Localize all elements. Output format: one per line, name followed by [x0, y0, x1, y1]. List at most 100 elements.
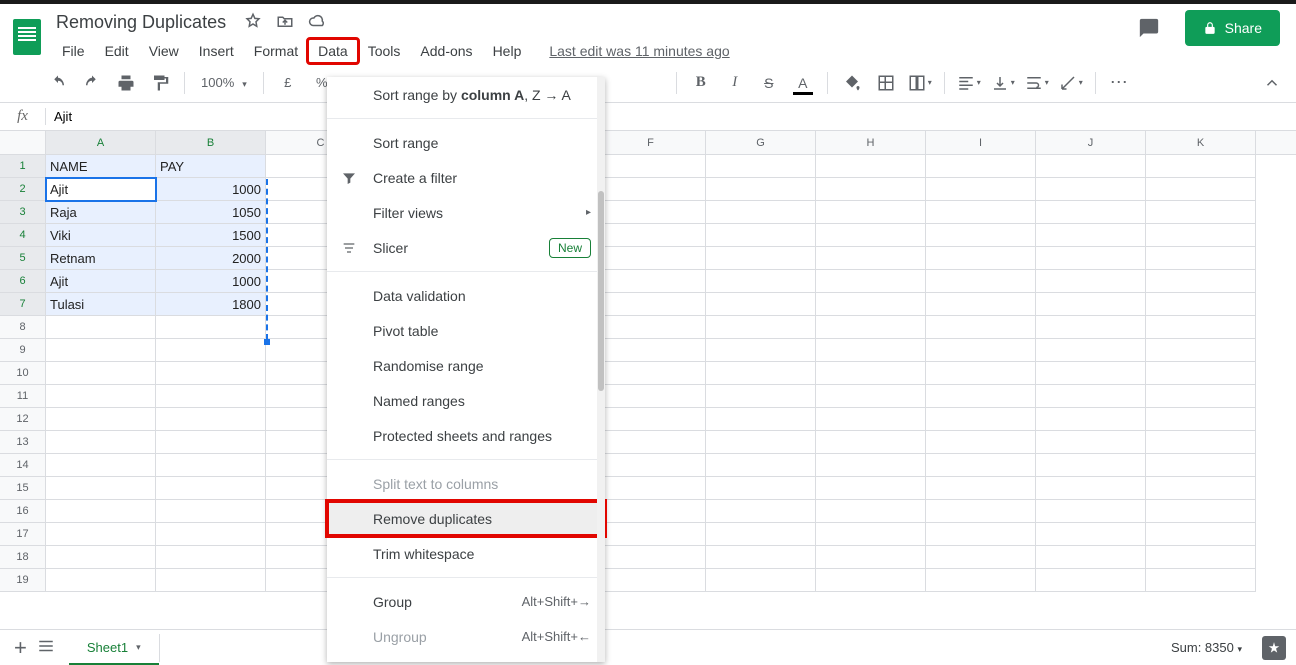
cell[interactable] — [816, 454, 926, 477]
merge-button[interactable] — [906, 69, 934, 97]
cell[interactable] — [596, 293, 706, 316]
menu-sort-range-by-col-za[interactable]: Sort range by column A, Z → A — [327, 77, 605, 112]
row-header[interactable]: 9 — [0, 339, 46, 362]
redo-button[interactable] — [78, 69, 106, 97]
cell[interactable] — [926, 500, 1036, 523]
cell[interactable] — [706, 569, 816, 592]
cell[interactable] — [706, 500, 816, 523]
cell[interactable] — [1146, 270, 1256, 293]
cell[interactable] — [706, 316, 816, 339]
explore-button[interactable] — [1262, 636, 1286, 660]
menu-data-validation[interactable]: Data validation — [327, 278, 605, 313]
menu-protected-sheets[interactable]: Protected sheets and ranges — [327, 418, 605, 453]
row-header[interactable]: 8 — [0, 316, 46, 339]
cell[interactable] — [926, 385, 1036, 408]
cell[interactable] — [706, 178, 816, 201]
cell[interactable] — [706, 247, 816, 270]
bold-button[interactable]: B — [687, 69, 715, 97]
cell[interactable] — [816, 477, 926, 500]
cell[interactable] — [1146, 477, 1256, 500]
cell[interactable] — [816, 201, 926, 224]
cell[interactable] — [926, 454, 1036, 477]
cell[interactable] — [706, 224, 816, 247]
cell[interactable]: 1500 — [156, 224, 266, 247]
cell[interactable]: Tulasi — [46, 293, 156, 316]
cell[interactable] — [156, 477, 266, 500]
row-header[interactable]: 5 — [0, 247, 46, 270]
cell[interactable] — [706, 408, 816, 431]
cell[interactable] — [816, 270, 926, 293]
cell[interactable] — [156, 500, 266, 523]
dropdown-scrollbar[interactable] — [597, 77, 605, 662]
cell[interactable] — [156, 339, 266, 362]
cell[interactable] — [1146, 178, 1256, 201]
cell[interactable] — [816, 316, 926, 339]
cell[interactable] — [1146, 247, 1256, 270]
cell[interactable] — [1036, 431, 1146, 454]
cell[interactable] — [816, 546, 926, 569]
star-icon[interactable] — [244, 12, 262, 33]
undo-button[interactable] — [44, 69, 72, 97]
cell[interactable]: Retnam — [46, 247, 156, 270]
wrap-button[interactable] — [1023, 69, 1051, 97]
menu-pivot-table[interactable]: Pivot table — [327, 313, 605, 348]
cell[interactable] — [46, 454, 156, 477]
cell[interactable] — [1146, 155, 1256, 178]
cell[interactable] — [706, 477, 816, 500]
print-button[interactable] — [112, 69, 140, 97]
cell[interactable] — [706, 155, 816, 178]
rotate-button[interactable] — [1057, 69, 1085, 97]
cell[interactable]: 1050 — [156, 201, 266, 224]
col-header-I[interactable]: I — [926, 131, 1036, 154]
cell[interactable] — [1146, 454, 1256, 477]
cell[interactable] — [596, 316, 706, 339]
cell[interactable]: Ajit — [46, 270, 156, 293]
col-header-F[interactable]: F — [596, 131, 706, 154]
cell[interactable] — [1036, 339, 1146, 362]
cell[interactable] — [46, 431, 156, 454]
all-sheets-button[interactable] — [37, 637, 55, 658]
cell[interactable] — [706, 523, 816, 546]
menu-tools[interactable]: Tools — [358, 39, 411, 63]
cell[interactable] — [926, 247, 1036, 270]
cell[interactable] — [816, 569, 926, 592]
col-header-H[interactable]: H — [816, 131, 926, 154]
cell[interactable] — [1036, 454, 1146, 477]
cell[interactable] — [156, 316, 266, 339]
cell[interactable] — [156, 454, 266, 477]
cell[interactable] — [706, 546, 816, 569]
cell[interactable] — [156, 408, 266, 431]
cell[interactable] — [156, 362, 266, 385]
cell[interactable] — [1036, 385, 1146, 408]
cell[interactable]: 1000 — [156, 270, 266, 293]
comments-button[interactable] — [1131, 10, 1167, 46]
cell[interactable] — [816, 385, 926, 408]
cell[interactable] — [706, 339, 816, 362]
cell[interactable]: 1000 — [156, 178, 266, 201]
cell[interactable] — [1146, 385, 1256, 408]
valign-button[interactable] — [989, 69, 1017, 97]
row-header[interactable]: 14 — [0, 454, 46, 477]
cell[interactable] — [706, 201, 816, 224]
cell[interactable] — [1146, 201, 1256, 224]
cell[interactable] — [156, 523, 266, 546]
cell[interactable] — [926, 270, 1036, 293]
cell[interactable] — [1036, 247, 1146, 270]
cell[interactable] — [926, 316, 1036, 339]
cell[interactable]: Viki — [46, 224, 156, 247]
cell[interactable] — [596, 546, 706, 569]
cell[interactable] — [1036, 316, 1146, 339]
cell[interactable] — [926, 293, 1036, 316]
cell[interactable] — [156, 546, 266, 569]
fill-color-button[interactable] — [838, 69, 866, 97]
cell[interactable] — [596, 270, 706, 293]
row-header[interactable]: 2 — [0, 178, 46, 201]
cell[interactable] — [1036, 362, 1146, 385]
row-header[interactable]: 12 — [0, 408, 46, 431]
cell[interactable]: NAME — [46, 155, 156, 178]
cell[interactable] — [926, 224, 1036, 247]
menu-create-filter[interactable]: Create a filter — [327, 160, 605, 195]
cell[interactable] — [926, 569, 1036, 592]
cell[interactable] — [1036, 523, 1146, 546]
cell[interactable] — [1146, 224, 1256, 247]
